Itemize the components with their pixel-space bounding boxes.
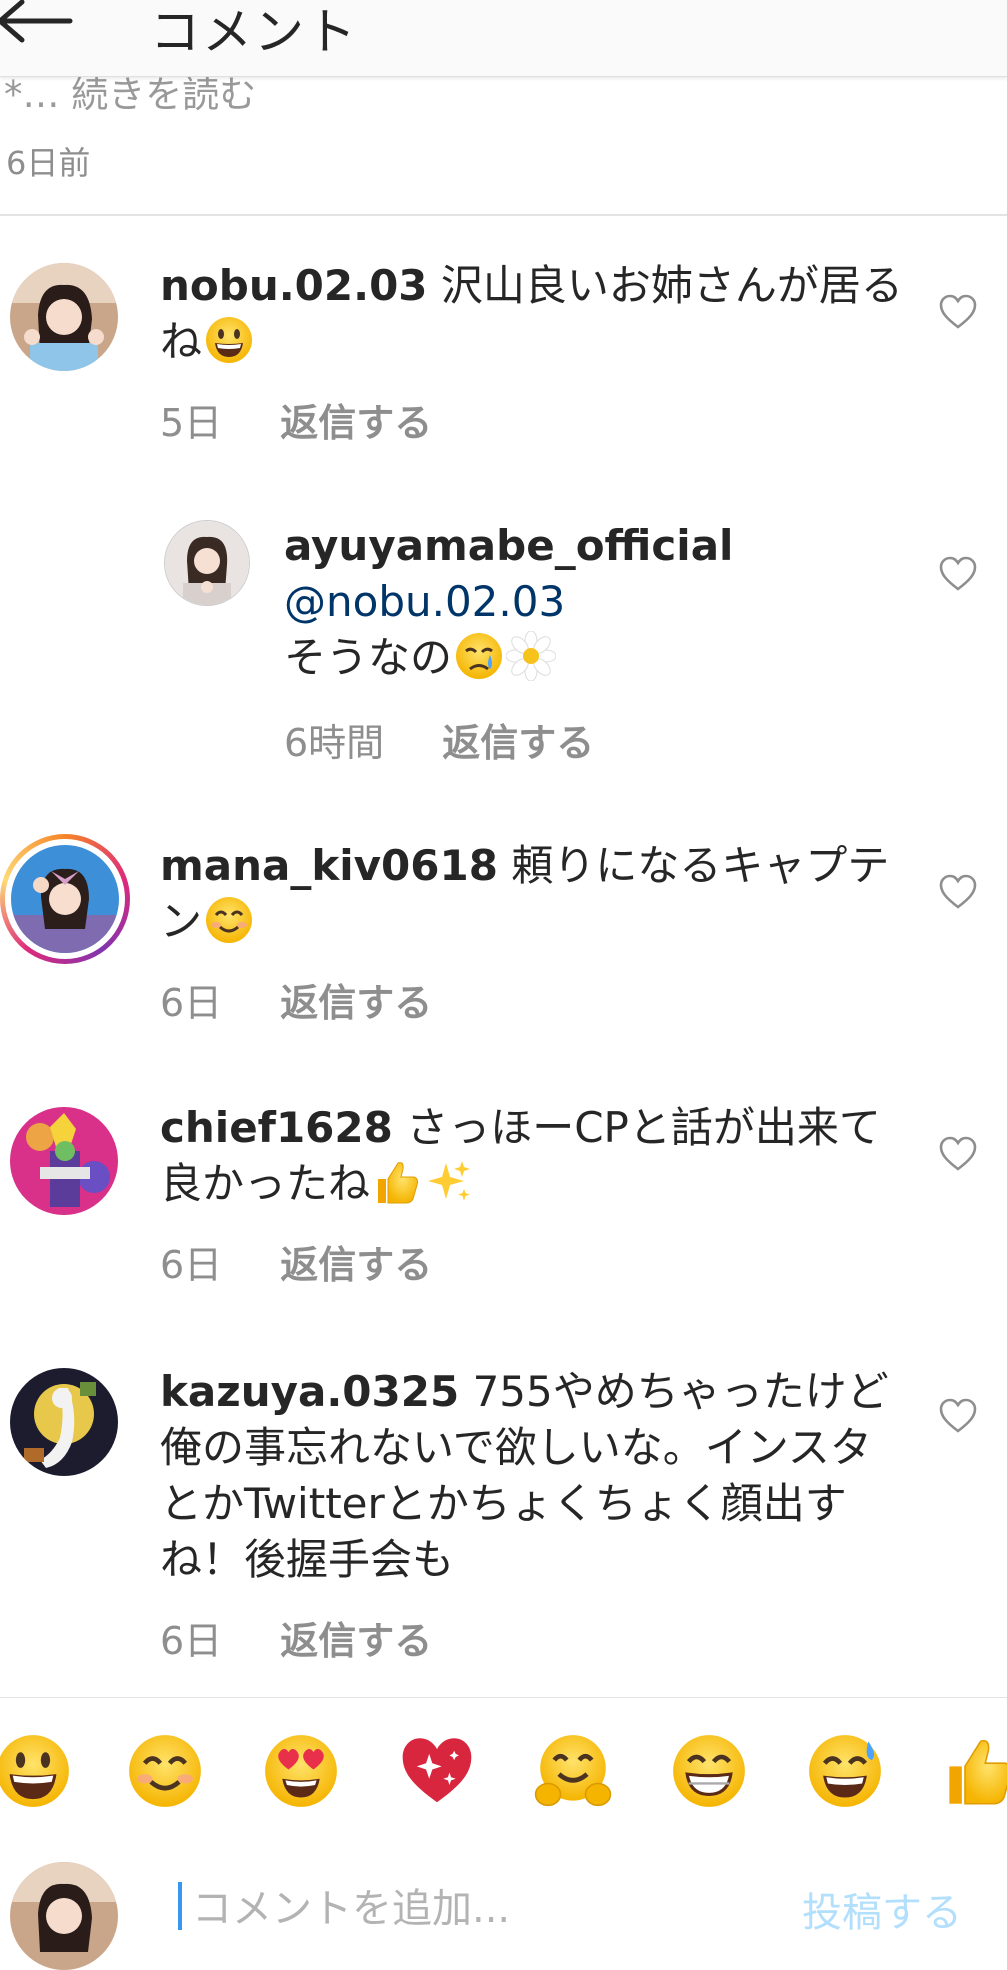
comment-time: 6日 [160,1243,223,1287]
caption-timestamp: 6日前 [6,144,91,182]
avatar[interactable] [164,520,250,606]
comment-time: 5日 [160,401,223,445]
text-cursor [178,1882,182,1930]
beaming-face-icon[interactable] [670,1732,748,1810]
top-app-bar: コメント [0,0,1007,77]
comment-text: そうなの [284,633,453,682]
heart-eyes-face-icon[interactable] [262,1732,340,1810]
smiling-face-icon [204,895,254,945]
avatar[interactable] [10,1107,118,1215]
sparkling-heart-icon[interactable] [398,1732,476,1810]
like-heart-icon[interactable] [938,1398,978,1434]
sweat-smile-face-icon[interactable] [806,1732,884,1810]
reply-button[interactable]: 返信する [280,981,432,1025]
comment-time: 6日 [160,981,223,1025]
comment-username[interactable]: kazuya.0325 [160,1367,459,1416]
comment-time: 6日 [160,1619,223,1663]
reply-button[interactable]: 返信する [280,1619,432,1663]
mention-link[interactable]: @nobu.02.03 [284,574,924,630]
comment-username[interactable]: nobu.02.03 [160,261,428,310]
comment-username[interactable]: ayuyamabe_official [284,518,924,574]
avatar[interactable] [11,845,119,953]
like-heart-icon[interactable] [938,294,978,330]
comment-time: 6時間 [284,721,385,765]
back-arrow-icon[interactable] [0,0,76,44]
reply-button[interactable]: 返信する [280,401,432,445]
current-user-avatar [10,1862,118,1970]
daisy-flower-icon [506,631,557,681]
comment-composer: 投稿する [0,1842,1007,1970]
sad-tear-face-icon [454,631,504,681]
comment-input[interactable] [190,1878,754,1940]
avatar[interactable] [10,1368,118,1476]
quick-emoji-bar [0,1697,1007,1843]
hugging-face-icon[interactable] [534,1732,612,1810]
like-heart-icon[interactable] [938,874,978,910]
thumbs-up-icon [372,1157,422,1207]
avatar[interactable] [10,263,118,371]
grinning-face-icon [204,315,254,365]
comment-username[interactable]: chief1628 [160,1103,393,1152]
grinning-face-icon[interactable] [0,1732,72,1810]
reply-button[interactable]: 返信する [280,1243,432,1287]
sparkles-icon [424,1157,474,1207]
reply-button[interactable]: 返信する [442,721,594,765]
smiling-face-icon[interactable] [126,1732,204,1810]
comment-username[interactable]: mana_kiv0618 [160,841,498,890]
page-title: コメント [150,3,358,61]
post-button[interactable]: 投稿する [802,1880,962,1938]
thumbs-up-icon[interactable] [940,1732,1007,1810]
like-heart-icon[interactable] [938,556,978,592]
caption-divider [0,214,1007,216]
like-heart-icon[interactable] [938,1136,978,1172]
